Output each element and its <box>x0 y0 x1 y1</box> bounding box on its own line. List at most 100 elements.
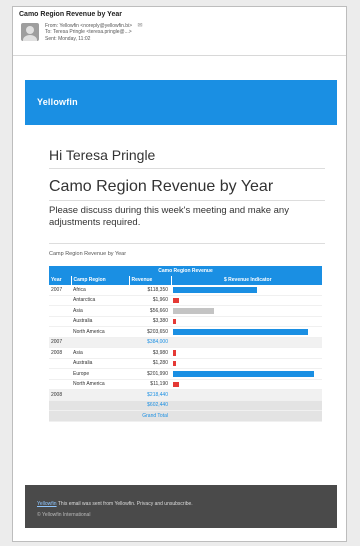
email-body: Yellowfin Hi Teresa Pringle Camo Region … <box>25 80 337 528</box>
cell-indicator <box>171 410 323 422</box>
table-caption: Camp Region Revenue by Year <box>49 251 127 257</box>
cell-region: North America <box>71 326 129 338</box>
cell-indicator <box>171 316 323 327</box>
table-row: Antarctica $1,960 <box>49 295 323 306</box>
cell-indicator <box>171 305 323 317</box>
table-row: Europe $201,990 <box>49 368 323 380</box>
revenue-bar <box>173 381 179 387</box>
cell-region: Australia <box>71 316 129 327</box>
to-line: To: Teresa Pringle <teresa.pringle@...> <box>45 29 132 35</box>
revenue-bar <box>173 360 176 366</box>
cell-region: Asia <box>71 347 129 359</box>
cell-year <box>49 368 71 380</box>
cell-indicator <box>171 285 323 296</box>
table-row: 2008 $218,440 <box>49 389 323 401</box>
email-content: Hi Teresa Pringle Camo Region Revenue by… <box>25 125 337 485</box>
cell-indicator <box>171 368 323 380</box>
cell-year: 2008 <box>49 347 71 359</box>
cell-revenue: $602,440 <box>129 400 171 411</box>
divider <box>49 200 325 201</box>
table-title-row: Camo Region Revenue <box>49 266 323 276</box>
table-row: 2007 Africa $118,350 <box>49 285 323 296</box>
email-viewer: Camo Region Revenue by Year From: Yellow… <box>12 6 347 542</box>
column-header-region: Camp Region <box>71 275 130 285</box>
greeting: Hi Teresa Pringle <box>49 147 156 163</box>
cell-region <box>71 410 129 422</box>
table-row: Asia $56,660 <box>49 305 323 317</box>
cell-revenue: $1,960 <box>129 295 171 306</box>
cell-year: 2007 <box>49 337 71 348</box>
cell-revenue: $201,990 <box>129 368 171 380</box>
cell-region: Antarctica <box>71 295 129 306</box>
cell-region <box>71 389 129 401</box>
table-row: 2007 $384,000 <box>49 337 323 348</box>
cell-region <box>71 337 129 348</box>
footer-text: Yellowfin This email was sent from Yello… <box>37 501 193 507</box>
cell-year: 2007 <box>49 285 71 296</box>
column-header-revenue: Revenue <box>129 275 172 285</box>
cell-year <box>49 400 71 411</box>
table-row: North America $203,650 <box>49 326 323 338</box>
table-title: Camo Region Revenue <box>49 266 323 276</box>
cell-revenue: $3,380 <box>129 316 171 327</box>
revenue-bar <box>173 287 258 293</box>
cell-indicator <box>171 358 323 369</box>
report-title: Camo Region Revenue by Year <box>49 178 274 195</box>
from-line: From: Yellowfin <noreply@yellowfin.bi> ✉ <box>45 22 143 29</box>
revenue-bar <box>173 329 308 335</box>
message-text: Please discuss during this week's meetin… <box>49 205 289 228</box>
cell-year <box>49 379 71 390</box>
cell-revenue: $11,190 <box>129 379 171 390</box>
cell-year <box>49 358 71 369</box>
cell-region <box>71 400 129 411</box>
revenue-bar <box>173 371 314 377</box>
cell-year <box>49 326 71 338</box>
table-row: North America $11,190 <box>49 379 323 390</box>
footer-link[interactable]: Yellowfin <box>37 501 57 507</box>
cell-year <box>49 305 71 317</box>
mail-header: Camo Region Revenue by Year From: Yellow… <box>19 11 339 51</box>
date-line: Sent: Monday, 11:02 <box>45 36 91 42</box>
footer-copyright: © Yellowfin International <box>37 512 91 518</box>
cell-indicator <box>171 347 323 359</box>
cell-revenue: $203,650 <box>129 326 171 338</box>
cell-revenue: $3,980 <box>129 347 171 359</box>
divider <box>49 243 325 244</box>
cell-region: Asia <box>71 305 129 317</box>
cell-year <box>49 410 71 422</box>
contact-card-icon[interactable]: ✉ <box>137 22 142 29</box>
table-row: Australia $3,380 <box>49 316 323 327</box>
cell-indicator <box>171 326 323 338</box>
cell-region: Australia <box>71 358 129 369</box>
revenue-bar <box>173 308 214 314</box>
cell-region: Africa <box>71 285 129 296</box>
table-row: Australia $1,280 <box>49 358 323 369</box>
revenue-bar <box>173 297 179 303</box>
table-row: $602,440 <box>49 400 323 411</box>
header-divider <box>13 55 346 56</box>
table-row: Grand Total <box>49 410 323 422</box>
revenue-bar <box>173 318 176 324</box>
report-table: Camo Region Revenue Year Camp Region Rev… <box>49 266 323 422</box>
cell-revenue: $1,280 <box>129 358 171 369</box>
table-header-row: Year Camp Region Revenue $ Revenue Indic… <box>49 275 323 285</box>
cell-revenue: Grand Total <box>129 410 171 422</box>
cell-region: North America <box>71 379 129 390</box>
brand-bar: Yellowfin <box>25 80 337 125</box>
cell-indicator <box>171 337 323 348</box>
cell-year <box>49 316 71 327</box>
table-body: 2007 Africa $118,350 Antarctica $1,960 Asia $5… <box>49 285 323 422</box>
cell-indicator <box>171 379 323 390</box>
cell-revenue: $118,350 <box>129 285 171 296</box>
cell-indicator <box>171 400 323 411</box>
sender-avatar-icon <box>21 23 39 41</box>
cell-region: Europe <box>71 368 129 380</box>
column-header-year: Year <box>49 275 72 285</box>
cell-indicator <box>171 389 323 401</box>
cell-indicator <box>171 295 323 306</box>
revenue-bar <box>173 350 176 356</box>
divider <box>49 168 325 169</box>
email-footer: Yellowfin This email was sent from Yello… <box>25 485 337 528</box>
cell-revenue: $384,000 <box>129 337 171 348</box>
cell-revenue: $56,660 <box>129 305 171 317</box>
